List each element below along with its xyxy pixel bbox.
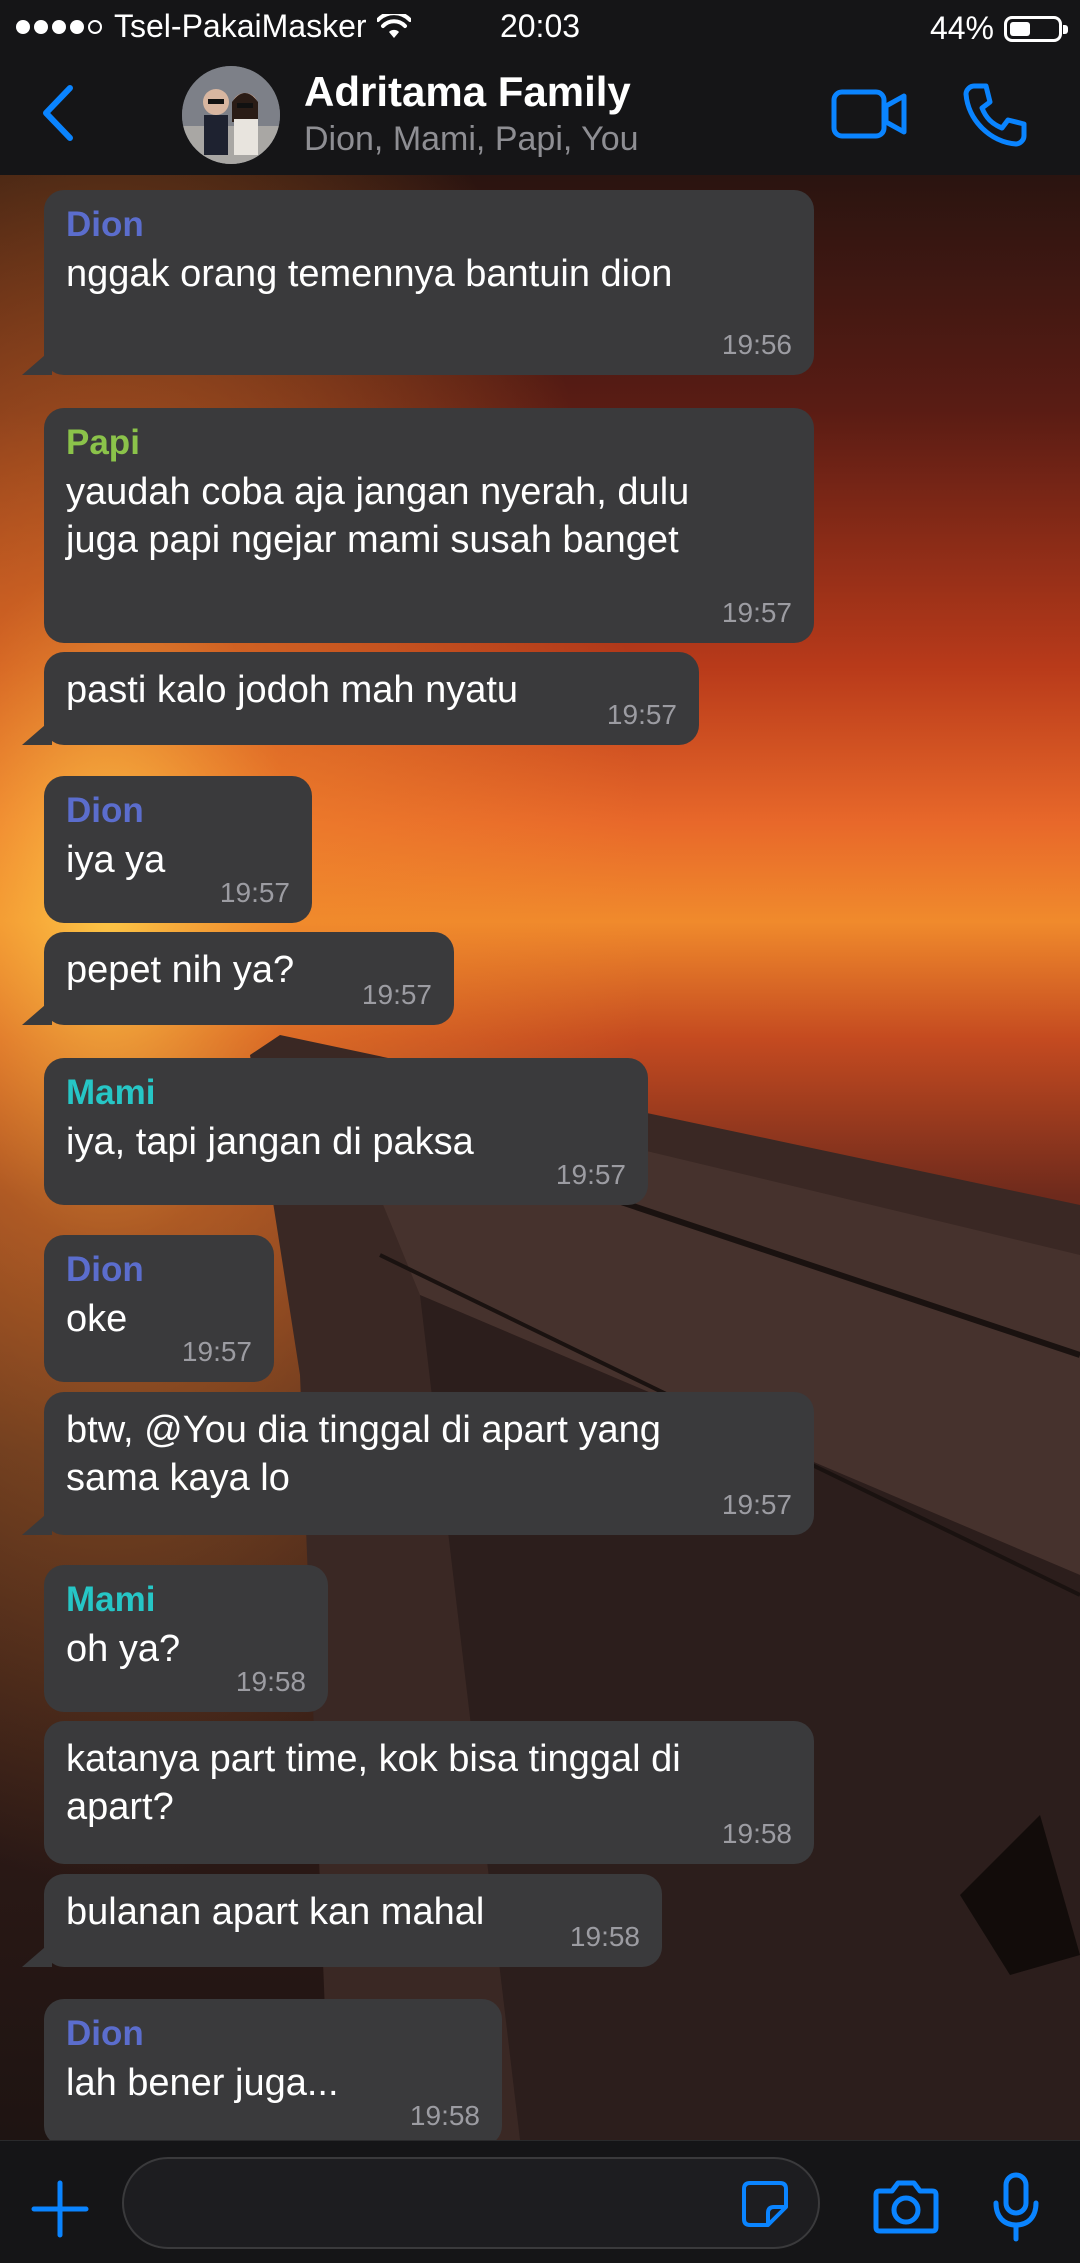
message-timestamp: 19:58 (235, 1666, 306, 1697)
message-bubble[interactable]: Dion oke 19:57 (44, 1235, 274, 1382)
message-text: btw, @You dia tinggal di apart yang (66, 1409, 661, 1451)
chevron-left-icon[interactable] (30, 78, 90, 148)
message-text: sama kaya lo (66, 1457, 290, 1499)
message-text: yaudah coba aja jangan nyerah, dulu (66, 471, 690, 513)
message-timestamp: 19:57 (555, 1159, 626, 1190)
message-timestamp: 19:57 (361, 979, 432, 1010)
status-time: 20:03 (499, 8, 581, 44)
message-bubble[interactable]: pepet nih ya? 19:57 (22, 932, 454, 1025)
message-sender[interactable]: Dion (66, 2013, 480, 2055)
group-avatar[interactable] (182, 66, 280, 164)
message-bubble[interactable]: Mami iya, tapi jangan di paksa 19:57 (44, 1058, 648, 1205)
chat-members[interactable]: Dion, Mami, Papi, You (304, 120, 639, 159)
chat-title[interactable]: Adritama Family (304, 68, 631, 116)
status-bar: Tsel-PakaiMasker 20:03 44% (0, 0, 1080, 54)
chat-header: Adritama Family Dion, Mami, Papi, You (0, 54, 1080, 175)
message-text: iya, tapi jangan di paksa (66, 1121, 474, 1163)
message-text: bulanan apart kan mahal (66, 1891, 485, 1933)
message-sender[interactable]: Mami (66, 1579, 306, 1621)
camera-icon[interactable] (872, 2177, 940, 2237)
video-camera-icon[interactable] (830, 84, 910, 144)
message-timestamp: 19:57 (721, 1489, 792, 1520)
microphone-icon[interactable] (986, 2171, 1046, 2243)
message-timestamp: 19:57 (721, 597, 792, 628)
message-bubble[interactable]: Dion nggak orang temennya bantuin dion 19:… (22, 190, 814, 375)
message-bubble[interactable]: Papi yaudah coba aja jangan nyerah, dulu j… (44, 408, 814, 643)
message-sender[interactable]: Mami (66, 1072, 626, 1114)
message-timestamp: 19:58 (721, 1818, 792, 1849)
message-text: katanya part time, kok bisa tinggal di (66, 1738, 681, 1780)
message-text: nggak orang temennya bantuin dion (66, 253, 673, 295)
message-bubble[interactable]: katanya part time, kok bisa tinggal di ap… (44, 1721, 814, 1864)
message-sender[interactable]: Dion (66, 790, 290, 832)
message-sender[interactable]: Papi (66, 422, 792, 464)
status-right: 44% (929, 10, 1068, 47)
message-timestamp: 19:57 (606, 699, 677, 730)
message-bubble[interactable]: bulanan apart kan mahal 19:58 (22, 1874, 662, 1967)
sticker-icon[interactable] (740, 2179, 790, 2229)
message-text: pasti kalo jodoh mah nyatu (66, 669, 519, 711)
message-text: juga papi ngejar mami susah banget (66, 519, 679, 561)
message-input[interactable] (122, 2157, 820, 2249)
message-bubble[interactable]: btw, @You dia tinggal di apart yang sama … (22, 1392, 814, 1535)
message-bubble[interactable]: pasti kalo jodoh mah nyatu 19:57 (22, 652, 699, 745)
message-bubble[interactable]: Mami oh ya? 19:58 (44, 1565, 328, 1712)
battery-icon (1004, 15, 1068, 42)
battery-percentage: 44% (929, 10, 994, 46)
plus-icon[interactable] (30, 2179, 90, 2239)
message-sender[interactable]: Dion (66, 204, 792, 246)
message-timestamp: 19:57 (181, 1336, 252, 1367)
message-bubble[interactable]: Dion lah bener juga... 19:58 (44, 1999, 502, 2146)
message-timestamp: 19:58 (569, 1921, 640, 1952)
message-timestamp: 19:57 (219, 877, 290, 908)
message-sender[interactable]: Dion (66, 1249, 252, 1291)
message-bubble[interactable]: Dion iya ya 19:57 (44, 776, 312, 923)
message-timestamp: 19:58 (409, 2100, 480, 2131)
message-timestamp: 19:56 (721, 329, 792, 360)
message-list[interactable]: Dion nggak orang temennya bantuin dion 19:… (0, 175, 1080, 2146)
input-bar (0, 2140, 1080, 2263)
message-text: apart? (66, 1786, 174, 1828)
phone-icon[interactable] (960, 80, 1030, 150)
